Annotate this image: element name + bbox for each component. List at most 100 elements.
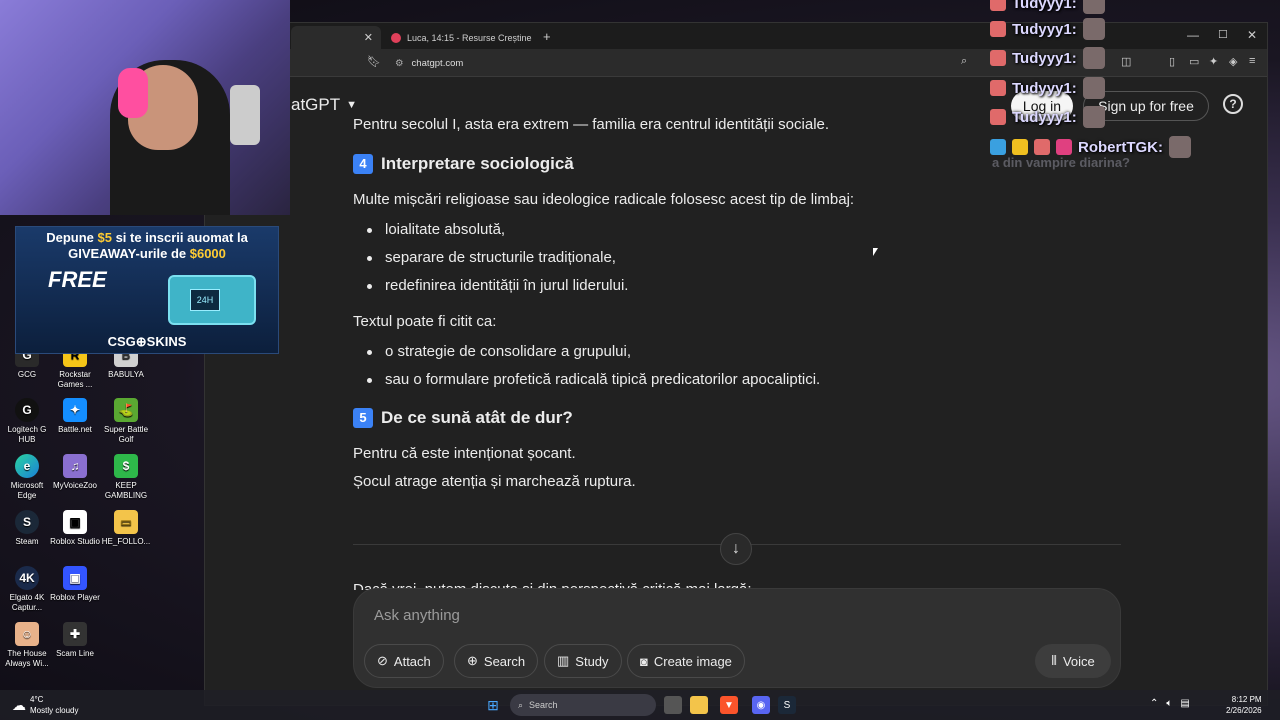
roblox-player-icon: ▣ — [63, 566, 87, 590]
the-house-icon: ☺ — [15, 622, 39, 646]
elgato-icon: 4K — [15, 566, 39, 590]
scroll-down-button[interactable]: ↓ — [720, 533, 752, 565]
desktop-icon-myvoicezoo[interactable]: ♫ MyVoiceZoo — [50, 454, 100, 491]
bookmark-icon[interactable]: 🔖︎ — [367, 55, 381, 68]
study-button[interactable]: ▥ Study — [544, 644, 622, 678]
tab-favicon-icon — [391, 32, 401, 43]
chat-user: Tudyyy1: — [1012, 0, 1077, 12]
list-item: sau o formulare profetică radicală tipic… — [367, 366, 913, 394]
voice-button[interactable]: ⦀ Voice — [1035, 644, 1111, 678]
start-icon[interactable]: ⊞ — [484, 696, 502, 714]
chat-user: Tudyyy1: — [1012, 79, 1077, 97]
section-5-title: De ce sună atât de dur? — [381, 408, 573, 427]
headset-icon — [118, 68, 148, 118]
read-as-text: Textul poate fi citit ca: — [353, 313, 497, 330]
desktop-icon-label: KEEP GAMBLING — [104, 481, 148, 500]
weather-widget[interactable]: ☁ 4°C Mostly cloudy — [12, 694, 78, 716]
close-window-icon[interactable]: ✕ — [1247, 28, 1257, 42]
create-image-button[interactable]: ◙ Create image — [627, 644, 745, 678]
ad-text: GIVEAWAY-urile de — [68, 246, 190, 261]
desktop-icon-keepgambling[interactable]: $ KEEP GAMBLING — [101, 454, 151, 501]
network-icon[interactable]: ▤ — [1180, 698, 1189, 709]
desktop-icon-superbattlegolf[interactable]: ⛳ Super Battle Golf — [101, 398, 151, 445]
section-4-title: Interpretare sociologică — [381, 154, 574, 173]
desktop-icon-steam[interactable]: S Steam — [2, 510, 52, 547]
desktop-icon-elgato[interactable]: 4K Elgato 4K Captur... — [2, 566, 52, 613]
menu-icon[interactable]: ≡ — [1249, 55, 1255, 67]
list-item: o strategie de consolidare a grupului, — [367, 338, 913, 366]
brave-icon[interactable]: ▼ — [720, 696, 738, 714]
mod-badge-icon — [1034, 139, 1050, 155]
new-tab-icon[interactable]: + — [543, 29, 551, 44]
list-item: separare de structurile tradiționale, — [367, 244, 913, 272]
desktop-icon-label: Roblox Player — [50, 593, 100, 602]
taskbar: ☁ 4°C Mostly cloudy ⊞ ⌕ Search ▼ ◉ S ⌃ 🔈… — [0, 690, 1280, 720]
logitech-icon: G — [15, 398, 39, 422]
section-5-p2: Șocul atrage atenția și marchează ruptur… — [353, 473, 636, 490]
desktop: G GCG R Rockstar Games ... B BABULYA G Logit… — [0, 0, 1280, 720]
clock[interactable]: 8:12 PM 2/26/2026 — [1226, 694, 1262, 716]
ad-headline: Depune $5 si te inscrii auomat la GIVEAW… — [16, 230, 278, 262]
desktop-icon-scamline[interactable]: ✚ Scam Line — [50, 622, 100, 659]
emote-icon — [1082, 18, 1105, 40]
chat-user: RobertTGK: — [1078, 138, 1163, 156]
url-text: chatgpt.com — [411, 57, 464, 69]
desktop-icon-label: Rockstar Games ... — [57, 370, 93, 389]
ad-text: si te inscrii auomat la — [111, 230, 248, 245]
paragraph-top-cut: Pentru secolul I, asta era extrem — fami… — [353, 118, 830, 132]
composer: Ask anything ⊘ Attach ⊕ Search ▥ Study ◙… — [353, 588, 1121, 688]
desktop-icon-thehouse[interactable]: ☺ The House Always Wi... — [2, 622, 52, 669]
desktop-icon-label: Battle.net — [58, 425, 92, 434]
crate-icon: 24H — [168, 275, 256, 325]
mod-badge-icon — [990, 109, 1006, 125]
clock-date: 2/26/2026 — [1226, 706, 1262, 715]
desktop-icon-robloxstudio[interactable]: ▣ Roblox Studio — [50, 510, 100, 547]
site-info-icon[interactable]: ⚙︎ — [395, 58, 404, 69]
globe-icon: ⊕ — [467, 653, 478, 668]
task-view-icon[interactable] — [664, 696, 682, 714]
chevron-up-icon[interactable]: ⌃ — [1150, 698, 1158, 709]
tab-active[interactable]: ✕ — [291, 26, 381, 49]
desktop-icon-logitech[interactable]: G Logitech G HUB — [2, 398, 52, 445]
volume-icon[interactable]: 🔈︎ — [1166, 698, 1172, 709]
emote-icon — [1082, 47, 1105, 69]
prompt-input[interactable]: Ask anything — [374, 607, 460, 624]
desktop-icon-label: Microsoft Edge — [10, 481, 44, 500]
zoom-icon[interactable]: ⌕ — [961, 55, 967, 68]
chat-user: Tudyyy1: — [1012, 49, 1077, 67]
model-picker[interactable]: atGPT ▼ — [291, 95, 357, 115]
taskbar-search[interactable]: ⌕ Search — [510, 694, 656, 716]
file-explorer-icon[interactable] — [690, 696, 708, 714]
chevron-down-icon: ▼ — [346, 99, 358, 111]
desktop-icon-label: Elgato 4K Captur... — [9, 593, 45, 612]
section-4-list: loialitate absolută, separare de structu… — [353, 216, 913, 300]
clock-time: 8:12 PM — [1231, 695, 1262, 704]
desktop-icon-battlenet[interactable]: ✦ Battle.net — [50, 398, 100, 435]
chat-message: Tudyyy1: — [990, 18, 1105, 40]
desktop-icon-edge[interactable]: e Microsoft Edge — [2, 454, 52, 501]
desktop-icon-label: Scam Line — [56, 649, 94, 658]
desktop-icon-label: GCG — [17, 370, 37, 379]
arrow-down-icon: ↓ — [732, 540, 740, 557]
microphone-icon — [230, 85, 260, 145]
steam-taskbar-icon[interactable]: S — [778, 696, 796, 714]
number-4-icon: 4 — [353, 154, 373, 174]
close-tab-icon[interactable]: ✕ — [364, 31, 373, 44]
desktop-icon-folder[interactable]: ▭ HE_FOLLO... — [101, 510, 151, 547]
discord-icon[interactable]: ◉ — [752, 696, 770, 714]
create-image-label: Create image — [653, 653, 732, 669]
shield-icon[interactable]: ◈ — [1229, 55, 1237, 68]
search-label: Search — [483, 653, 526, 669]
desktop-icon-label: HE_FOLLO... — [101, 537, 151, 546]
search-button[interactable]: ⊕ Search — [454, 644, 539, 678]
roblox-studio-icon: ▣ — [63, 510, 87, 534]
myvoicezoo-icon: ♫ — [63, 454, 87, 478]
desktop-icon-robloxplayer[interactable]: ▣ Roblox Player — [50, 566, 100, 603]
attach-button[interactable]: ⊘ Attach — [364, 644, 444, 678]
tab-resurse-crestine[interactable]: Luca, 14:15 - Resurse Creștine — [381, 26, 561, 49]
tab-title: Luca, 14:15 - Resurse Creștine — [407, 32, 532, 43]
ad-amount: $5 — [97, 230, 112, 245]
address-bar[interactable]: ⚙︎ chatgpt.com — [389, 54, 979, 72]
hammer-badge-icon — [990, 139, 1006, 155]
response-content: Pentru secolul I, asta era extrem — fami… — [353, 118, 913, 496]
